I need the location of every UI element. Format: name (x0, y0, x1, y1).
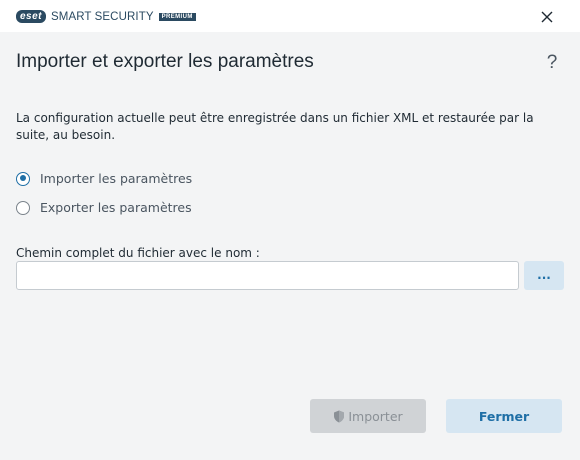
file-path-input[interactable] (16, 261, 519, 290)
radio-import-settings[interactable]: Importer les paramètres (16, 171, 192, 186)
page-title: Importer et exporter les paramètres (16, 51, 314, 72)
help-button[interactable]: ? (543, 52, 561, 74)
file-path-label: Chemin complet du fichier avec le nom : (16, 246, 260, 260)
radio-button-unchecked[interactable] (16, 200, 30, 215)
import-button-label: Importer (348, 408, 403, 424)
close-icon (541, 11, 553, 23)
edition-badge: PREMIUM (158, 12, 196, 21)
product-name: SMART SECURITY (51, 10, 154, 23)
brand-badge: eset (16, 10, 47, 23)
radio-label: Importer les paramètres (40, 171, 193, 186)
import-button[interactable]: Importer (310, 399, 426, 433)
help-icon: ? (546, 52, 558, 73)
app-logo: eset SMART SECURITY PREMIUM (16, 10, 196, 23)
radio-export-settings[interactable]: Exporter les paramètres (16, 200, 192, 215)
shield-icon (334, 410, 345, 422)
description-text: La configuration actuelle peut être enre… (16, 111, 534, 142)
dialog-content: Importer et exporter les paramètres ? La… (0, 32, 580, 460)
close-button[interactable]: Fermer (446, 399, 562, 433)
browse-button[interactable]: ... (524, 261, 564, 290)
title-bar: eset SMART SECURITY PREMIUM (0, 0, 580, 32)
radio-button-checked[interactable] (16, 171, 30, 186)
radio-label: Exporter les paramètres (40, 200, 192, 215)
close-window-button[interactable] (536, 6, 558, 28)
